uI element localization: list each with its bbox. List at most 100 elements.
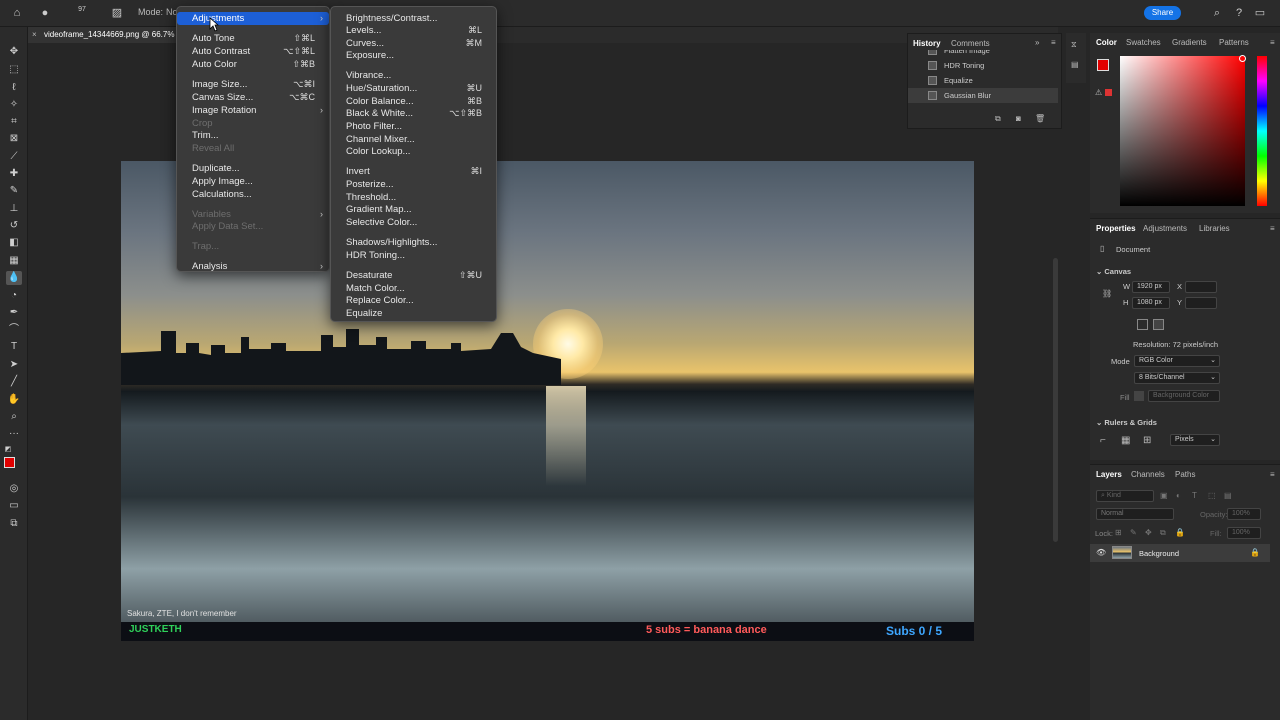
tab-swatches[interactable]: Swatches [1126, 38, 1161, 47]
adjustments-menu-item[interactable]: Exposure... [331, 49, 496, 62]
move-tool-icon[interactable]: ✥ [6, 45, 22, 59]
image-menu-item[interactable]: Analysis › [177, 260, 329, 273]
image-menu-item[interactable]: Auto Tone ⇧⌘L [177, 32, 329, 45]
tab-patterns[interactable]: Patterns [1219, 38, 1249, 47]
tab-gradients[interactable]: Gradients [1172, 38, 1207, 47]
image-menu-item[interactable]: Trim... [177, 129, 329, 142]
magic-wand-tool-icon[interactable]: ✧ [6, 98, 22, 112]
lock-transparent-icon[interactable]: ⊞ [1115, 528, 1122, 537]
blend-mode-dropdown[interactable]: Normal [1096, 508, 1174, 520]
image-menu-item[interactable]: Adjustments › [177, 12, 329, 25]
dodge-tool-icon[interactable]: ◔ [6, 289, 22, 303]
filter-shape-icon[interactable]: ⬚ [1208, 491, 1216, 500]
panel-menu-icon[interactable]: ≡ [1051, 38, 1056, 47]
x-field[interactable] [1185, 281, 1217, 293]
tab-channels[interactable]: Channels [1131, 470, 1165, 479]
lock-position-icon[interactable]: ✥ [1145, 528, 1152, 537]
adjustments-menu-item[interactable]: Selective Color... [331, 216, 496, 229]
pen-tool-icon[interactable]: ✒ [6, 306, 22, 320]
gradient-tool-icon[interactable]: ▦ [6, 254, 22, 268]
comments-panel-icon[interactable]: ▤ [1071, 60, 1079, 69]
more-tools-icon[interactable]: ··· [6, 427, 22, 441]
bit-depth-dropdown[interactable]: 8 Bits/Channel ⌄ [1134, 372, 1220, 384]
frame-tool-icon[interactable]: ⊠ [6, 132, 22, 146]
color-mode-dropdown[interactable]: RGB Color ⌄ [1134, 355, 1220, 367]
tab-color[interactable]: Color [1096, 38, 1117, 47]
filter-adjustment-icon[interactable]: ◐ [1176, 491, 1181, 500]
panel-menu-icon[interactable]: ≡ [1270, 470, 1275, 479]
image-menu-item[interactable]: Calculations... [177, 188, 329, 201]
opacity-field[interactable]: 100% [1227, 508, 1261, 520]
history-state[interactable]: Gaussian Blur [908, 88, 1058, 103]
adjustments-menu-item[interactable]: Levels... ⌘L [331, 24, 496, 37]
image-menu-item[interactable]: Auto Color ⇧⌘B [177, 58, 329, 71]
history-state[interactable]: HDR Toning [908, 58, 1058, 73]
adjustments-menu-item[interactable]: Gradient Map... [331, 203, 496, 216]
brush-tool-icon[interactable]: ✎ [6, 184, 22, 198]
lock-artboard-icon[interactable]: ⧉ [1160, 528, 1166, 538]
foreground-color-swatch[interactable] [1097, 59, 1109, 71]
tab-properties[interactable]: Properties [1096, 224, 1136, 233]
quick-mask-icon[interactable]: ◎ [6, 482, 22, 496]
portrait-orientation-icon[interactable] [1137, 319, 1148, 330]
adjustments-menu-item[interactable]: Replace Color... [331, 294, 496, 307]
tab-layers[interactable]: Layers [1096, 470, 1122, 479]
filter-type-icon[interactable]: T [1192, 491, 1197, 500]
layer-filter-kind-dropdown[interactable]: ⌕ Kind [1096, 490, 1154, 502]
workspace-icon[interactable]: ▭ [1253, 6, 1267, 20]
hue-slider[interactable] [1257, 56, 1267, 206]
marquee-tool-icon[interactable]: ⬚ [6, 63, 22, 77]
fill-dropdown[interactable]: Background Color [1148, 390, 1220, 402]
adjustments-menu-item[interactable]: Posterize... [331, 178, 496, 191]
eyedropper-tool-icon[interactable]: ⟋ [6, 150, 22, 164]
gamut-color-chip[interactable] [1105, 89, 1112, 96]
fill-color-swatch[interactable] [1134, 391, 1144, 401]
adjustments-menu-item[interactable]: HDR Toning... [331, 249, 496, 262]
ruler-units-dropdown[interactable]: Pixels ⌄ [1170, 434, 1220, 446]
search-icon[interactable]: ⌕ [1210, 6, 1224, 20]
grid-icon[interactable]: ▦ [1121, 435, 1130, 446]
image-menu-item[interactable]: Duplicate... [177, 162, 329, 175]
rulers-icon[interactable]: ⌐ [1100, 435, 1106, 446]
tab-comments[interactable]: Comments [951, 39, 990, 48]
filter-smart-object-icon[interactable]: ▤ [1224, 491, 1232, 500]
panel-menu-icon[interactable]: ≡ [1270, 38, 1275, 47]
adjustments-menu-item[interactable]: Black & White... ⌥⇧⌘B [331, 107, 496, 120]
canvas-section-heading[interactable]: ⌄ Canvas [1096, 267, 1131, 276]
screen-mode-icon[interactable]: ▭ [6, 499, 22, 513]
default-colors-icon[interactable]: ◩ [4, 443, 12, 457]
image-menu-item[interactable]: Image Rotation › [177, 104, 329, 117]
filter-pixel-icon[interactable]: ▣ [1160, 491, 1168, 500]
type-tool-icon[interactable]: T [6, 340, 22, 354]
create-snapshot-icon[interactable]: ◙ [1016, 114, 1021, 123]
lock-all-icon[interactable]: 🔒 [1175, 528, 1185, 537]
healing-brush-tool-icon[interactable]: ✚ [6, 167, 22, 181]
adjustments-menu-item[interactable]: Photo Filter... [331, 120, 496, 133]
layer-row[interactable]: 👁 Background 🔒 [1090, 544, 1270, 562]
tab-libraries[interactable]: Libraries [1199, 224, 1230, 233]
adjustments-menu-item[interactable]: Desaturate ⇧⌘U [331, 269, 496, 282]
panel-menu-icon[interactable]: ≡ [1270, 224, 1275, 233]
history-state[interactable]: Flatten Image [908, 50, 1058, 58]
fill-field[interactable]: 100% [1227, 527, 1261, 539]
adjustments-menu-item[interactable]: Invert ⌘I [331, 165, 496, 178]
color-picker-field[interactable] [1120, 56, 1245, 206]
color-picker-cursor[interactable] [1239, 55, 1246, 62]
home-icon[interactable]: ⌂ [10, 6, 24, 20]
image-menu-item[interactable]: Image Size... ⌥⌘I [177, 78, 329, 91]
history-brush-tool-icon[interactable]: ↺ [6, 219, 22, 233]
image-menu-item[interactable]: Canvas Size... ⌥⌘C [177, 91, 329, 104]
help-icon[interactable]: ? [1232, 6, 1246, 20]
adjustments-menu-item[interactable]: Vibrance... [331, 69, 496, 82]
adjustments-menu-item[interactable]: Shadows/Highlights... [331, 236, 496, 249]
delete-state-icon[interactable]: 🗑 [1035, 114, 1045, 123]
rulers-grids-heading[interactable]: ⌄ Rulers & Grids [1096, 418, 1157, 427]
lock-pixels-icon[interactable]: ✎ [1130, 528, 1137, 537]
brush-tool-preset-icon[interactable]: ● [38, 6, 52, 20]
history-state[interactable]: Equalize [908, 73, 1058, 88]
crop-tool-icon[interactable]: ⌗ [6, 115, 22, 129]
canvas-height-field[interactable]: 1080 px [1132, 297, 1170, 309]
pen-path-tool-icon[interactable]: ⌒ [6, 323, 22, 337]
brush-size-value[interactable]: 97 [75, 3, 89, 17]
eye-visibility-icon[interactable]: 👁 [1096, 548, 1106, 557]
